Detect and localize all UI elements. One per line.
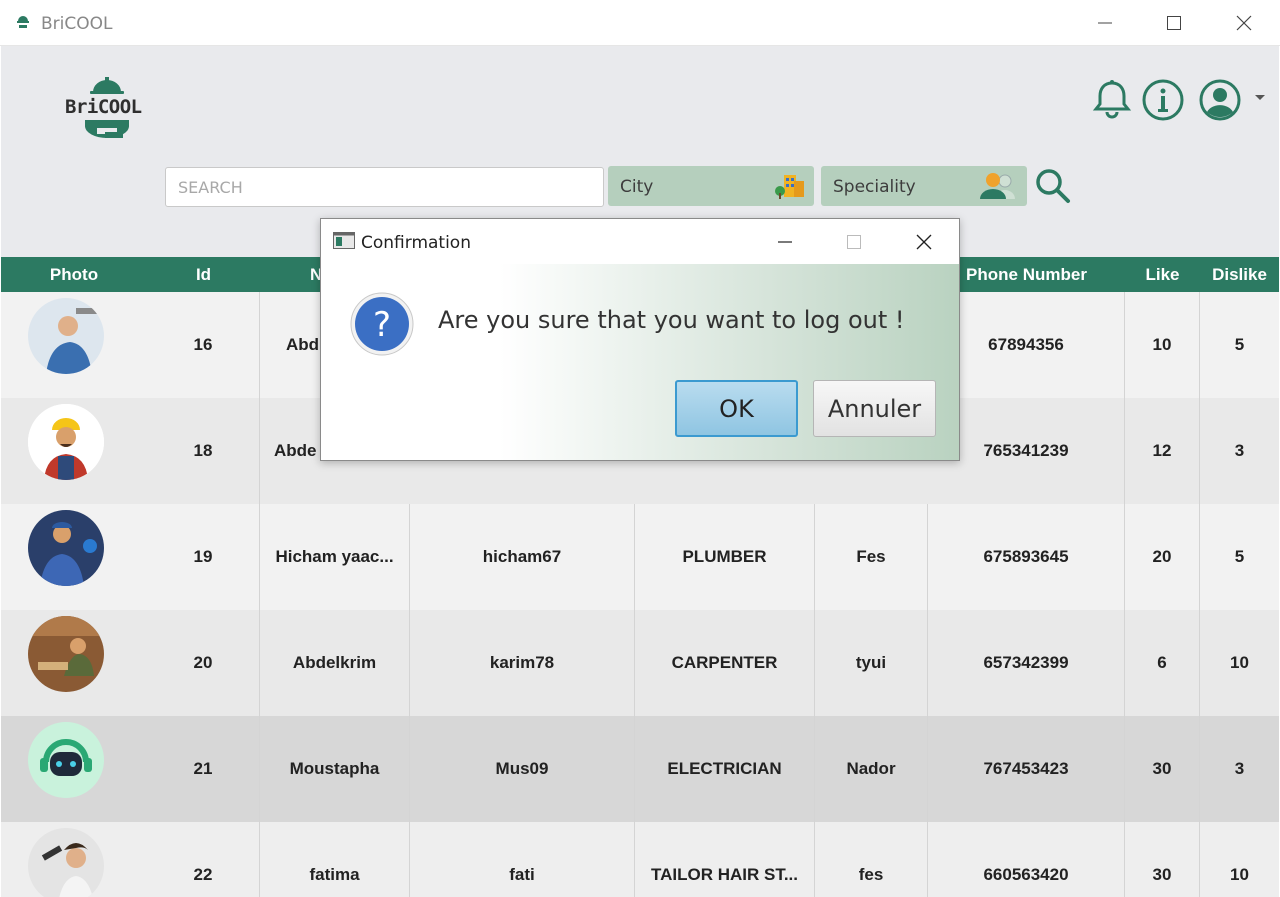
cell-dislike: 3 [1234, 441, 1245, 460]
cell-name: Hicham yaac... [260, 504, 410, 610]
speciality-filter-label: Speciality [833, 177, 916, 197]
speciality-filter-combo[interactable]: Speciality [821, 166, 1027, 206]
cell-speciality: CARPENTER [635, 610, 815, 716]
svg-text:?: ? [373, 305, 391, 345]
close-icon [916, 234, 932, 249]
cell-name: fatima [260, 822, 410, 897]
cell-id: 20 [147, 610, 260, 716]
maximize-icon [847, 234, 861, 249]
table-row[interactable]: 20 Abdelkrim karim78 CARPENTER tyui 6573… [1, 610, 1279, 716]
cell-username: hicham67 [410, 504, 635, 610]
minimize-icon [1098, 22, 1112, 24]
dialog-minimize-button[interactable] [751, 219, 819, 264]
cell-speciality: PLUMBER [635, 504, 815, 610]
cell-dislike: 5 [1234, 335, 1245, 354]
city-filter-combo[interactable]: City [608, 166, 814, 206]
cell-like: 6 [1125, 610, 1200, 716]
cell-username: fati [410, 822, 635, 897]
window-titlebar: BriCOOL [0, 0, 1280, 46]
cell-phone: 767453423 [928, 716, 1125, 822]
cell-phone: 660563420 [928, 822, 1125, 897]
column-header-like[interactable]: Like [1125, 257, 1200, 292]
cell-dislike: 10 [1230, 865, 1249, 884]
worker-photo [28, 510, 104, 586]
cancel-button[interactable]: Annuler [813, 380, 936, 437]
cell-username: Mus09 [410, 716, 635, 822]
column-header-dislike[interactable]: Dislike [1200, 257, 1279, 292]
cell-username: karim78 [410, 610, 635, 716]
dialog-title: Confirmation [361, 233, 471, 253]
cell-name: Abdelkrim [260, 610, 410, 716]
user-account-icon[interactable] [1198, 78, 1242, 122]
worker-photo [28, 828, 104, 897]
cell-city: tyui [815, 610, 928, 716]
city-filter-label: City [620, 177, 654, 197]
worker-photo [28, 616, 104, 692]
maximize-icon [1167, 16, 1181, 30]
dialog-maximize-button [820, 219, 888, 264]
dialog-window-icon [333, 232, 355, 249]
worker-photo [28, 722, 104, 798]
maximize-button[interactable] [1139, 0, 1209, 46]
close-button[interactable] [1209, 0, 1279, 46]
city-buildings-icon [775, 175, 804, 199]
dialog-message: Are you sure that you want to log out ! [438, 306, 905, 334]
cell-dislike: 3 [1234, 759, 1245, 778]
cell-city: Fes [815, 504, 928, 610]
dialog-titlebar[interactable]: Confirmation [321, 219, 959, 264]
cell-like: 20 [1125, 504, 1200, 610]
question-icon: ? [350, 292, 414, 356]
cell-name: Abd [286, 335, 320, 354]
cell-name: Moustapha [260, 716, 410, 822]
cell-id: 22 [147, 822, 260, 897]
search-icon[interactable] [1035, 168, 1071, 204]
cell-id: 19 [147, 504, 260, 610]
cell-id: 21 [147, 716, 260, 822]
dialog-close-button[interactable] [890, 219, 958, 264]
dialog-body: ? Are you sure that you want to log out … [321, 264, 959, 460]
app-icon [17, 16, 29, 28]
chevron-down-icon[interactable] [1254, 94, 1266, 102]
cell-phone: 675893645 [928, 504, 1125, 610]
bell-icon[interactable] [1091, 78, 1133, 120]
bricool-logo: BriCOOL [59, 74, 159, 144]
cell-like: 12 [1125, 398, 1200, 504]
logo-text: BriCOOL [65, 96, 142, 118]
confirmation-dialog: Confirmation ? Are you sure that you wan… [320, 218, 960, 461]
cell-id: 16 [147, 292, 260, 398]
cell-speciality: ELECTRICIAN [635, 716, 815, 822]
cell-name: Abde [274, 441, 317, 460]
cell-id: 18 [147, 398, 260, 504]
worker-photo [28, 298, 104, 374]
cell-phone: 657342399 [928, 610, 1125, 716]
search-input[interactable] [165, 167, 604, 207]
cell-dislike: 10 [1230, 653, 1249, 672]
cell-city: Nador [815, 716, 928, 822]
window-title: BriCOOL [41, 14, 113, 34]
column-header-id[interactable]: Id [147, 257, 260, 292]
cell-like: 30 [1125, 822, 1200, 897]
cell-dislike: 5 [1234, 547, 1245, 566]
cell-like: 10 [1125, 292, 1200, 398]
ok-button[interactable]: OK [675, 380, 798, 437]
column-header-photo[interactable]: Photo [1, 257, 147, 292]
cell-speciality: TAILOR HAIR ST... [635, 822, 815, 897]
close-icon [1236, 15, 1252, 31]
table-row[interactable]: 19 Hicham yaac... hicham67 PLUMBER Fes 6… [1, 504, 1279, 610]
worker-photo [28, 404, 104, 480]
minimize-button[interactable] [1070, 0, 1140, 46]
info-icon[interactable] [1141, 78, 1185, 122]
cell-like: 30 [1125, 716, 1200, 822]
table-row[interactable]: 21 Moustapha Mus09 ELECTRICIAN Nador 767… [1, 716, 1279, 822]
minimize-icon [778, 240, 792, 243]
table-row[interactable]: 22 fatima fati TAILOR HAIR ST... fes 660… [1, 822, 1279, 897]
app-content: BriCOOL City Speciality [1, 46, 1279, 897]
users-group-icon [980, 173, 1015, 199]
cell-city: fes [815, 822, 928, 897]
